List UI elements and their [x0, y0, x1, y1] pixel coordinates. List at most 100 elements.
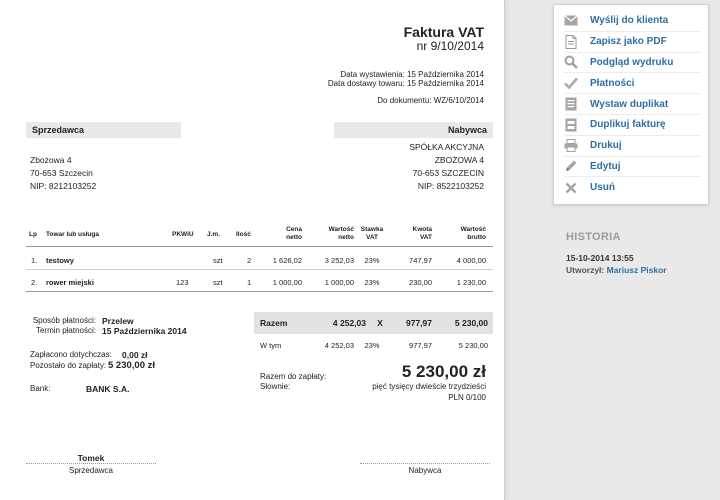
incl-net: 4 252,03: [324, 341, 354, 350]
issue-duplicate-label: Wystaw duplikat: [590, 98, 669, 110]
invoice-number: nr 9/10/2014: [416, 39, 484, 53]
invoice-page: Faktura VAT nr 9/10/2014 Data wystawieni…: [0, 0, 505, 500]
printer-icon: [564, 139, 578, 153]
col-name: Towar lub usługa: [46, 231, 99, 238]
save-as-pdf-button[interactable]: Zapisz jako PDF: [564, 32, 700, 53]
row-unit: szt: [213, 256, 223, 265]
total-vat: 977,97: [406, 318, 432, 328]
buyer-name: SPÓŁKA AKCYJNA: [409, 142, 484, 152]
invoice-title: Faktura VAT: [403, 24, 484, 40]
payment-method-label: Sposób płatności:: [32, 316, 96, 325]
row-vat: 230,00: [409, 278, 432, 287]
row-net: 3 252,03: [324, 256, 354, 265]
delete-x-icon: [564, 181, 578, 195]
print-button[interactable]: Drukuj: [564, 136, 700, 157]
total-gross: 5 230,00: [454, 318, 488, 328]
row-price: 1 626,02: [272, 256, 302, 265]
print-label: Drukuj: [590, 140, 622, 152]
edit-label: Edytuj: [590, 160, 621, 172]
payments-label: Płatności: [590, 77, 635, 89]
pencil-icon: [564, 159, 578, 173]
row-rate: 23%: [364, 256, 380, 265]
duplicate-invoice-label: Duplikuj fakturę: [590, 119, 666, 131]
bank-label: Bank:: [30, 384, 51, 393]
row-gross: 4 000,00: [456, 256, 486, 265]
row-qty: 2: [247, 256, 252, 265]
print-preview-button[interactable]: Podgląd wydruku: [564, 53, 700, 74]
remaining-label: Pozostało do zapłaty:: [30, 361, 107, 370]
row-pkwiu: 123: [176, 278, 189, 287]
row-rate: 23%: [364, 278, 380, 287]
to-pay-label: Razem do zapłaty:: [260, 372, 327, 381]
document-copy-icon: [564, 97, 578, 111]
row-unit: szt: [213, 278, 223, 287]
paid-amount: 0,00 zł: [122, 350, 148, 360]
row-lp: 1.: [31, 256, 38, 265]
col-net-value: Wartość netto: [314, 226, 354, 242]
print-preview-label: Podgląd wydruku: [590, 56, 674, 68]
row-divider: [26, 269, 493, 270]
row-name: rower miejski: [46, 278, 94, 287]
table-header-divider: [26, 246, 493, 247]
col-price-line1: Cena: [286, 226, 302, 233]
col-gross-line1: Wartość: [460, 226, 486, 233]
total-label: Razem: [260, 318, 288, 328]
row-lp: 2.: [31, 278, 38, 287]
col-vat-line2: VAT: [419, 234, 432, 241]
save-as-pdf-label: Zapisz jako PDF: [590, 36, 667, 48]
col-rate-line1: Stawka: [360, 226, 384, 233]
payments-button[interactable]: Płatności: [564, 73, 700, 95]
col-vat-rate: Stawka VAT: [356, 226, 388, 242]
to-pay-amount: 5 230,00 zł: [401, 362, 486, 381]
payment-method: Przelew: [102, 316, 134, 326]
incl-vat: 977,97: [409, 341, 432, 350]
checkmark-icon: [564, 76, 578, 90]
magnifier-icon: [564, 55, 578, 70]
history-created-label: Utworzył:: [566, 265, 605, 275]
duplicate-invoice-button[interactable]: Duplikuj fakturę: [564, 115, 700, 136]
col-rate-line2: VAT: [365, 234, 379, 241]
history-created-by: Utworzył: Mariusz Piskor: [566, 265, 667, 275]
in-words-line1: pięć tysięcy dwieście trzydzieści: [372, 382, 486, 391]
delete-label: Usuń: [590, 182, 615, 194]
col-price-line2: netto: [286, 234, 302, 241]
buyer-header: Nabywca: [334, 122, 493, 138]
buyer-street: ZBOŻOWA 4: [434, 155, 484, 165]
buyer-signature-line: [360, 463, 490, 464]
seller-header: Sprzedawca: [26, 122, 181, 138]
in-words-label: Słownie:: [260, 382, 291, 391]
col-vat-amount: Kwota VAT: [396, 226, 433, 242]
due-date: 15 Października 2014: [102, 326, 187, 336]
issue-date: Data wystawienia: 15 Października 2014: [340, 70, 484, 79]
in-words-line2: PLN 0/100: [448, 393, 486, 402]
history-date: 15-10-2014 13:55: [566, 253, 634, 263]
col-price: Cena netto: [262, 226, 302, 242]
delivery-date: Data dostawy towaru: 15 Października 201…: [327, 79, 484, 88]
remaining-amount: 5 230,00 zł: [108, 360, 156, 371]
col-lp: Lp: [29, 231, 37, 238]
issue-duplicate-button[interactable]: Wystaw duplikat: [564, 94, 700, 115]
incl-rate: 23%: [364, 341, 380, 350]
history-user-link[interactable]: Mariusz Piskor: [607, 265, 667, 275]
incl-label: W tym: [260, 341, 282, 350]
col-gross-line2: brutto: [467, 234, 486, 241]
seller-address: Zbożowa 4 70-653 Szczecin NIP: 821210325…: [30, 154, 96, 193]
total-rate: X: [377, 318, 383, 328]
seller-signature-name: Tomek: [77, 453, 105, 463]
col-pkwiu: PKWiU: [172, 231, 194, 238]
actions-panel: Wyślij do klienta Zapisz jako PDF Podglą…: [553, 4, 709, 205]
row-vat: 747,97: [409, 256, 432, 265]
send-to-client-button[interactable]: Wyślij do klienta: [564, 11, 700, 32]
buyer-address: SPÓŁKA AKCYJNA ZBOŻOWA 4 70-653 SZCZECIN…: [409, 141, 484, 193]
col-vat-line1: Kwota: [412, 226, 433, 233]
total-net: 4 252,03: [332, 318, 366, 328]
row-gross: 1 230,00: [456, 278, 486, 287]
document-reference: Do dokumentu: WZ/6/10/2014: [377, 96, 484, 105]
seller-signature-role: Sprzedawca: [68, 466, 114, 475]
history-title: HISTORIA: [566, 231, 621, 243]
col-gross-value: Wartość brutto: [446, 226, 486, 242]
edit-button[interactable]: Edytuj: [564, 157, 700, 178]
row-price: 1 000,00: [272, 278, 302, 287]
delete-button[interactable]: Usuń: [564, 177, 700, 198]
duplicate-icon: [564, 118, 578, 132]
